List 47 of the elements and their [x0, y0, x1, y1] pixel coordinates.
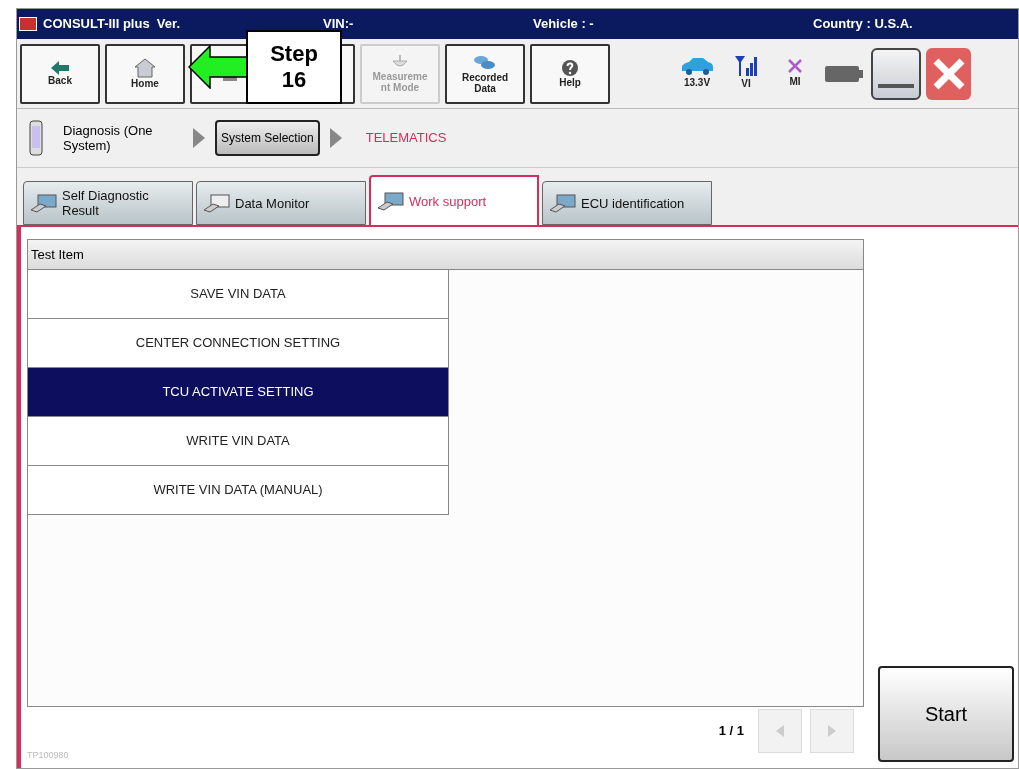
status-label: 13.3V — [683, 76, 711, 90]
table-header: Test Item — [28, 240, 863, 270]
tab-icon — [30, 193, 58, 213]
test-item-row[interactable]: SAVE VIN DATA — [28, 270, 449, 319]
status-label: VI — [741, 77, 751, 91]
figure-id: TP100980 — [27, 748, 70, 762]
tab-icon — [377, 191, 405, 211]
help-icon — [561, 59, 579, 77]
step-tooltip: Step 16 — [188, 30, 342, 104]
tab[interactable]: ECU identification — [542, 181, 712, 225]
tab-icon — [203, 193, 231, 213]
breadcrumb-arrow-icon — [329, 128, 342, 148]
system-selection-button[interactable]: System Selection — [215, 120, 320, 156]
breadcrumb-arrow-icon — [193, 128, 205, 148]
tab-icon — [549, 193, 577, 213]
test-item-row[interactable]: WRITE VIN DATA (MANUAL) — [28, 466, 449, 515]
data-stack-icon — [473, 53, 497, 72]
toolbar-button[interactable]: Home — [105, 43, 185, 104]
app-logo-icon — [19, 17, 37, 31]
test-item-row[interactable]: TCU ACTIVATE SETTING — [28, 368, 449, 417]
toolbar-button[interactable]: Recorded Data — [445, 43, 525, 104]
minimize-button[interactable] — [871, 47, 921, 100]
tab[interactable]: Self Diagnostic Result — [23, 181, 193, 225]
page-indicator: 1 / 1 — [718, 721, 744, 740]
signal-icon — [735, 56, 757, 76]
toolbar-button[interactable]: Back — [20, 43, 100, 104]
status-label: MI — [789, 75, 801, 89]
country-label: Country : U.S.A. — [813, 15, 913, 34]
left-triangle-icon — [776, 724, 784, 737]
breadcrumb-current: TELEMATICS — [365, 129, 447, 148]
close-icon — [931, 56, 966, 91]
breadcrumb-mode: Diagnosis (One System) — [63, 123, 154, 153]
test-item-row[interactable]: WRITE VIN DATA — [28, 417, 449, 466]
vehicle-label: Vehicle : - — [533, 15, 595, 34]
start-button[interactable]: Start — [878, 666, 1014, 762]
app-title: CONSULT-III plus Ver. — [43, 15, 181, 34]
test-item-row[interactable]: CENTER CONNECTION SETTING — [28, 319, 449, 368]
close-button[interactable] — [926, 47, 971, 100]
car-icon — [680, 57, 714, 75]
toolbar-button[interactable]: Help — [530, 43, 610, 104]
battery-icon — [825, 65, 863, 82]
tab[interactable]: Work support — [369, 175, 539, 225]
right-triangle-icon — [828, 724, 836, 737]
back-arrow-icon — [51, 61, 69, 75]
cross-icon — [787, 58, 803, 74]
house-icon — [134, 58, 156, 78]
tab[interactable]: Data Monitor — [196, 181, 366, 225]
